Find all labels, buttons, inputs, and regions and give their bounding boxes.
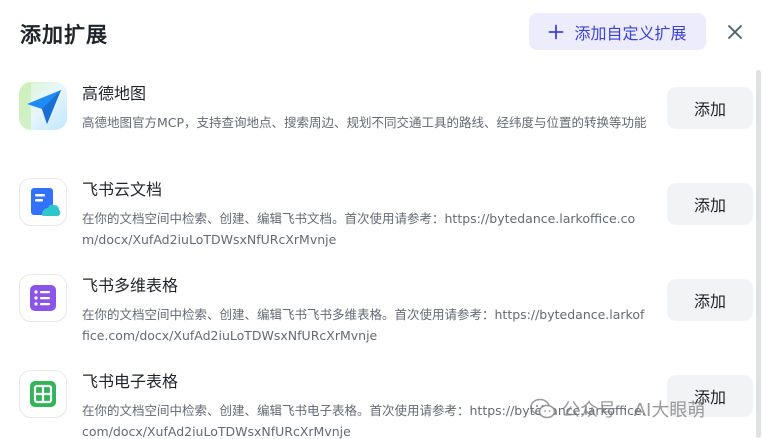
extension-name: 飞书电子表格: [82, 372, 179, 391]
add-feishu-sheet-button[interactable]: 添加: [667, 375, 753, 417]
add-amap-button[interactable]: 添加: [667, 87, 753, 129]
dialog-header: 添加扩展 添加自定义扩展: [0, 0, 763, 66]
close-icon[interactable]: [724, 21, 746, 43]
amap-logo-icon: [19, 82, 67, 130]
add-feishu-doc-button[interactable]: 添加: [667, 183, 753, 225]
extension-description: 在你的文档空间中检索、创建、编辑飞书电子表格。首次使用请参考：https://b…: [82, 403, 646, 439]
plus-icon: [549, 24, 564, 39]
add-custom-extension-button[interactable]: 添加自定义扩展: [529, 13, 706, 50]
extension-item-feishu-bitable: 飞书多维表格 在你的文档空间中检索、创建、编辑飞书飞书多维表格。首次使用请参考：…: [0, 264, 763, 354]
extension-item-feishu-doc: 飞书云文档 在你的文档空间中检索、创建、编辑飞书文档。首次使用请参考：https…: [0, 168, 763, 258]
extension-name: 飞书多维表格: [82, 276, 179, 295]
extension-description: 在你的文档空间中检索、创建、编辑飞书文档。首次使用请参考：https://byt…: [82, 211, 636, 247]
add-feishu-bitable-button[interactable]: 添加: [667, 279, 753, 321]
list-scrollbar[interactable]: [756, 70, 761, 438]
extension-description: 在你的文档空间中检索、创建、编辑飞书飞书多维表格。首次使用请参考：https:/…: [82, 307, 645, 343]
extension-item-amap: 高德地图 高德地图官方MCP，支持查询地点、搜索周边、规划不同交通工具的路线、经…: [0, 72, 763, 162]
dialog-title: 添加扩展: [20, 23, 108, 47]
feishu-bitable-icon: [19, 274, 67, 322]
extension-name: 高德地图: [82, 84, 147, 103]
add-custom-extension-label: 添加自定义扩展: [574, 23, 687, 43]
extension-item-feishu-sheet: 飞书电子表格 在你的文档空间中检索、创建、编辑飞书电子表格。首次使用请参考：ht…: [0, 360, 763, 439]
extension-name: 飞书云文档: [82, 180, 163, 199]
feishu-doc-icon: [19, 178, 67, 226]
extension-description: 高德地图官方MCP，支持查询地点、搜索周边、规划不同交通工具的路线、经纬度与位置…: [82, 115, 647, 130]
feishu-sheet-icon: [19, 370, 67, 418]
add-extension-dialog: 添加扩展 添加自定义扩展 高德地图 高德地图官方MCP，支持查询地点、搜索周边、…: [0, 0, 763, 439]
